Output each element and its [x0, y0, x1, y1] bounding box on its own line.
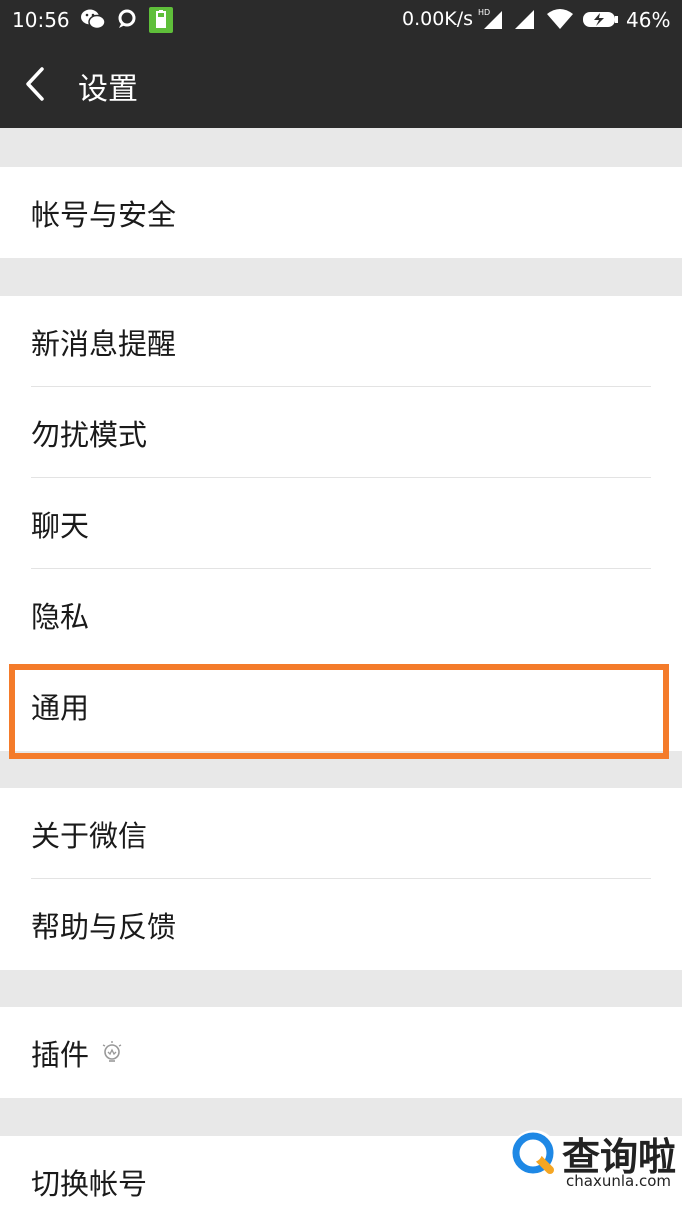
hd-badge: HD	[478, 8, 490, 17]
page-title: 设置	[78, 72, 138, 107]
settings-group-account: 帐号与安全	[0, 167, 682, 258]
settings-item-label: 关于微信	[31, 818, 148, 853]
wifi-icon	[547, 9, 573, 29]
battery-percent: 46%	[626, 8, 671, 32]
watermark-url: chaxunla.com	[566, 1172, 671, 1190]
settings-item-label: 插件	[31, 1037, 90, 1072]
chat-bubble-icon	[118, 9, 136, 28]
wechat-notification-icon	[81, 9, 106, 30]
settings-item-privacy[interactable]: 隐私	[0, 569, 682, 660]
battery-saver-icon	[149, 7, 173, 33]
battery-charging-icon	[583, 12, 618, 27]
settings-item-plugins[interactable]: 插件	[0, 1007, 682, 1098]
cell-signal-icon	[515, 10, 534, 29]
back-arrow-icon[interactable]	[24, 66, 46, 102]
settings-item-chat[interactable]: 聊天	[0, 478, 682, 569]
settings-item-label: 隐私	[31, 599, 90, 634]
settings-item-label: 帐号与安全	[31, 197, 177, 232]
settings-item-help-feedback[interactable]: 帮助与反馈	[0, 879, 682, 970]
settings-item-account-security[interactable]: 帐号与安全	[0, 167, 682, 258]
status-time: 10:56	[12, 8, 70, 32]
hd-signal-icon: HD	[478, 8, 502, 29]
watermark-logo: 查询啦 chaxunla.com	[500, 1122, 682, 1212]
magnifier-logo-icon	[510, 1130, 558, 1178]
header-bar: 设置	[0, 40, 682, 128]
settings-item-about-wechat[interactable]: 关于微信	[0, 788, 682, 879]
settings-group-plugins: 插件	[0, 1007, 682, 1098]
settings-item-label: 新消息提醒	[31, 326, 177, 361]
settings-item-label: 切换帐号	[31, 1166, 148, 1201]
settings-item-do-not-disturb[interactable]: 勿扰模式	[0, 387, 682, 478]
settings-item-label: 聊天	[31, 508, 90, 543]
settings-item-label: 勿扰模式	[31, 417, 148, 452]
settings-group-about: 关于微信 帮助与反馈	[0, 788, 682, 970]
settings-item-notifications[interactable]: 新消息提醒	[0, 296, 682, 387]
highlight-annotation	[9, 664, 669, 759]
network-speed: 0.00K/s	[402, 8, 474, 30]
settings-item-label: 帮助与反馈	[31, 909, 177, 944]
lightbulb-icon	[102, 1040, 122, 1062]
status-bar: 10:56 0.00K/s HD 46%	[0, 0, 682, 40]
